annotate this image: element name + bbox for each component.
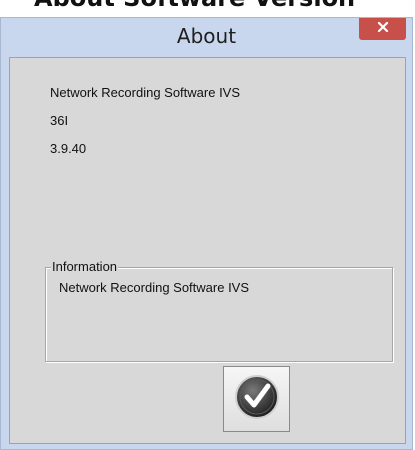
version-label: 3.9.40 <box>50 141 87 156</box>
information-group-title: Information <box>51 259 119 274</box>
background-heading-text: About Software Version <box>34 0 355 12</box>
about-dialog: About Network Recording Software IVS 36I… <box>0 17 413 450</box>
dialog-title: About <box>176 24 237 48</box>
close-button[interactable] <box>359 18 406 40</box>
information-text: Network Recording Software IVS <box>59 280 250 295</box>
background-heading: About Software Version <box>0 0 415 14</box>
model-label: 36I <box>50 113 69 128</box>
close-x-icon <box>377 20 389 38</box>
product-name-label: Network Recording Software IVS <box>50 85 241 100</box>
information-group: Information Network Recording Software I… <box>45 259 393 362</box>
ok-button[interactable] <box>223 366 290 432</box>
checkmark-icon <box>234 374 280 425</box>
dialog-content: Network Recording Software IVS 36I 3.9.4… <box>9 57 406 444</box>
title-bar[interactable]: About <box>1 18 412 57</box>
